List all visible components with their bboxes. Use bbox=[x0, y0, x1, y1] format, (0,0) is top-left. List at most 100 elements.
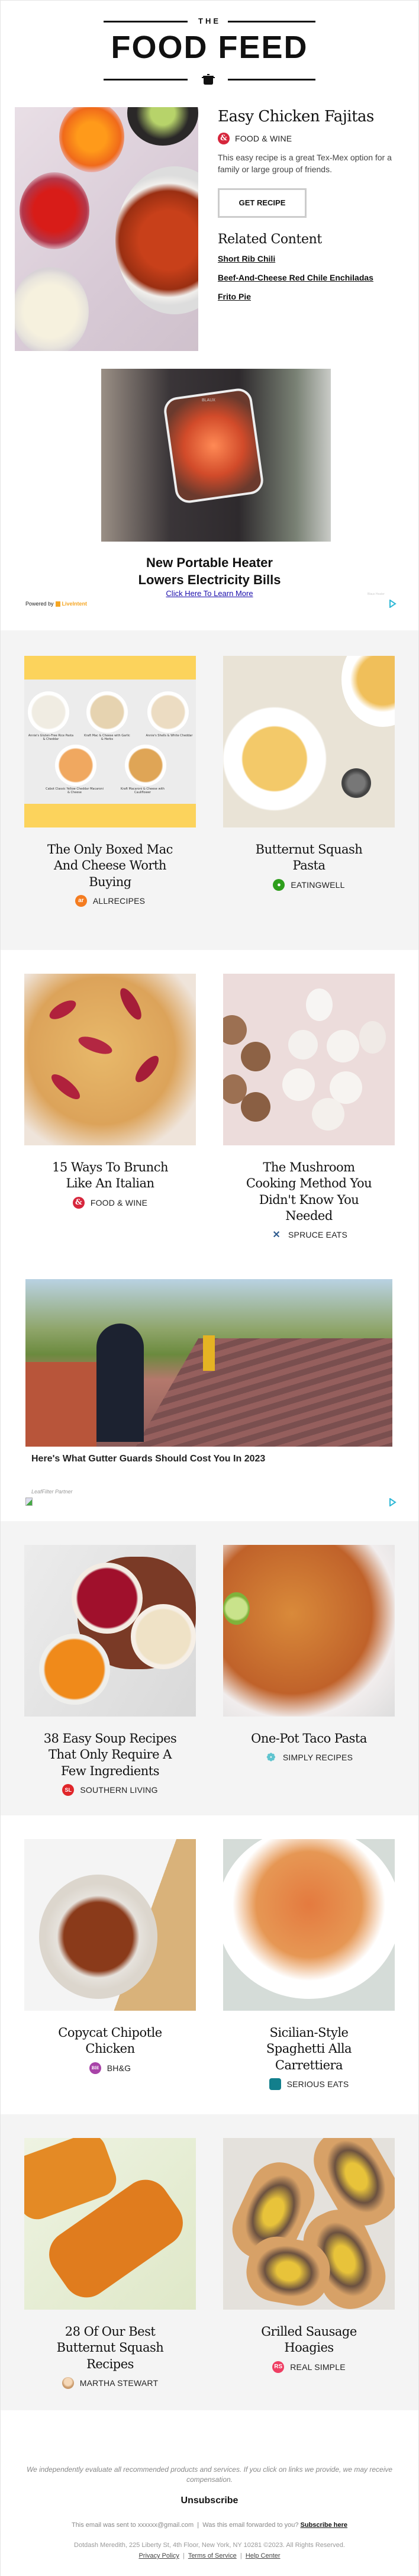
email-body: THE FOOD FEED Easy Chicken Fajitas & FOO… bbox=[0, 0, 419, 2576]
card-source: ✕ SPRUCE EATS bbox=[270, 1229, 347, 1241]
recipe-card[interactable]: 28 Of Our Best Butternut Squash Recipes … bbox=[24, 2138, 196, 2391]
spruce-eats-icon: ✕ bbox=[272, 1230, 281, 1241]
taco-pasta-image bbox=[223, 1545, 395, 1717]
headline-line: New Portable Heater bbox=[146, 555, 273, 570]
forwarded-text: Was this email forwarded to you? bbox=[202, 2522, 299, 2529]
help-center-link[interactable]: Help Center bbox=[246, 2552, 281, 2559]
recipe-description: This easy recipe is a great Tex-Mex opti… bbox=[218, 152, 392, 174]
adchoices-icon[interactable] bbox=[388, 1498, 397, 1506]
related-link-frito-pie[interactable]: Frito Pie bbox=[218, 292, 407, 301]
recipe-card[interactable]: Annie's Gluten-Free Rice Pasta & Cheddar… bbox=[24, 656, 196, 907]
card-title[interactable]: Grilled Sausage Hoagies bbox=[223, 2324, 395, 2356]
recipe-card[interactable]: 38 Easy Soup Recipes That Only Require A… bbox=[24, 1545, 196, 1796]
subscribe-here-link[interactable]: Subscribe here bbox=[301, 2522, 347, 2529]
featured-recipe: Easy Chicken Fajitas & FOOD & WINE This … bbox=[1, 95, 418, 356]
card-title[interactable]: The Mushroom Cooking Method You Didn't K… bbox=[223, 1160, 395, 1224]
heater-ad-headline[interactable]: New Portable Heater Lowers Electricity B… bbox=[1, 555, 418, 588]
related-link-enchiladas[interactable]: Beef-And-Cheese Red Chile Enchiladas bbox=[218, 273, 407, 282]
card-title[interactable]: 15 Ways To Brunch Like An Italian bbox=[24, 1160, 196, 1192]
source-label: ALLRECIPES bbox=[92, 896, 146, 906]
recipe-card[interactable]: Grilled Sausage Hoagies RS REAL SIMPLE bbox=[223, 2138, 395, 2373]
source-label: SPRUCE EATS bbox=[288, 1230, 347, 1240]
logo-food-feed[interactable]: FOOD FEED bbox=[1, 31, 418, 63]
sponsored-ad-heater: BLAUX New Portable Heater Lowers Electri… bbox=[1, 356, 418, 598]
card-source: & FOOD & WINE bbox=[72, 1196, 148, 1209]
heater-graphic bbox=[162, 387, 265, 505]
card-title[interactable]: 28 Of Our Best Butternut Squash Recipes bbox=[24, 2324, 196, 2372]
source-label: FOOD & WINE bbox=[90, 1197, 148, 1208]
recipe-card[interactable]: Sicilian-Style Spaghetti Alla Carrettier… bbox=[223, 1839, 395, 2092]
compensation-disclaimer: We independently evaluate all recommende… bbox=[26, 2465, 393, 2484]
recipe-card[interactable]: One-Pot Taco Pasta ❁ SIMPLY RECIPES bbox=[223, 1545, 395, 1763]
source-label: SIMPLY RECIPES bbox=[282, 1753, 353, 1763]
sent-to-text: This email was sent to xxxxxx@gmail.com bbox=[71, 2522, 194, 2529]
card-title[interactable]: Copycat Chipotle Chicken bbox=[24, 2025, 196, 2057]
card-source: SERIOUS EATS bbox=[269, 2078, 349, 2090]
learn-more-link[interactable]: Click Here To Learn More bbox=[1, 589, 418, 598]
unsubscribe-link[interactable]: Unsubscribe bbox=[1, 2496, 418, 2506]
spaghetti-image bbox=[223, 1839, 395, 2011]
header-rule bbox=[104, 79, 188, 80]
image-caption: Cabot Classic Yellow Cheddar Macaroni & … bbox=[46, 787, 104, 794]
heater-ad-image[interactable]: BLAUX bbox=[101, 369, 331, 542]
soup-image bbox=[24, 1545, 196, 1717]
card-source: ● EATINGWELL bbox=[273, 878, 345, 891]
related-link-short-rib-chili[interactable]: Short Rib Chili bbox=[218, 254, 407, 263]
card-source: ar ALLRECIPES bbox=[75, 894, 146, 907]
fajitas-image[interactable] bbox=[15, 107, 198, 351]
liveintent-brand[interactable]: LiveIntent bbox=[62, 601, 88, 607]
card-title[interactable]: The Only Boxed Mac And Cheese Worth Buyi… bbox=[24, 842, 196, 890]
sponsor-label: LeafFilter Partner bbox=[31, 1489, 73, 1495]
source-label: FOOD & WINE bbox=[235, 133, 292, 143]
image-caption: Annie's Gluten-Free Rice Pasta & Cheddar bbox=[28, 734, 74, 741]
real-simple-icon: RS bbox=[272, 2361, 285, 2373]
mac-cheese-image: Annie's Gluten-Free Rice Pasta & Cheddar… bbox=[24, 656, 196, 827]
gutter-ad-headline[interactable]: Here's What Gutter Guards Should Cost Yo… bbox=[31, 1454, 265, 1464]
source-label: BH&G bbox=[107, 2063, 131, 2073]
recipe-title[interactable]: Easy Chicken Fajitas bbox=[218, 107, 407, 127]
headline-line: Lowers Electricity Bills bbox=[138, 572, 281, 587]
butternut-squash-image bbox=[24, 2138, 196, 2310]
privacy-policy-link[interactable]: Privacy Policy bbox=[138, 2552, 179, 2559]
source-label: SERIOUS EATS bbox=[286, 2079, 349, 2089]
card-title[interactable]: Sicilian-Style Spaghetti Alla Carrettier… bbox=[223, 2025, 395, 2073]
recipe-card[interactable]: Butternut Squash Pasta ● EATINGWELL bbox=[223, 656, 395, 891]
recipe-row-1: Annie's Gluten-Free Rice Pasta & Cheddar… bbox=[1, 630, 418, 950]
email-footer: We independently evaluate all recommende… bbox=[1, 2410, 418, 2576]
card-title[interactable]: One-Pot Taco Pasta bbox=[223, 1731, 395, 1747]
butternut-pasta-image bbox=[223, 656, 395, 827]
card-source: ❁ SIMPLY RECIPES bbox=[265, 1751, 353, 1763]
terms-of-service-link[interactable]: Terms of Service bbox=[188, 2552, 237, 2559]
source-label: SOUTHERN LIVING bbox=[80, 1785, 158, 1795]
gutter-ad-image[interactable] bbox=[25, 1279, 392, 1447]
broken-image-icon bbox=[25, 1498, 33, 1506]
source-label: EATINGWELL bbox=[291, 880, 345, 890]
cooking-pot-icon bbox=[202, 74, 215, 85]
sausage-hoagies-image bbox=[223, 2138, 395, 2310]
card-source: BH BH&G bbox=[89, 2062, 131, 2074]
get-recipe-button[interactable]: GET RECIPE bbox=[218, 188, 307, 218]
footer-separator: | bbox=[183, 2552, 185, 2559]
recipe-row-2: 15 Ways To Brunch Like An Italian & FOOD… bbox=[1, 950, 418, 1270]
focaccia-image bbox=[24, 974, 196, 1145]
image-caption: Annie's Shells & White Cheddar bbox=[146, 734, 193, 738]
recipe-row-3: 38 Easy Soup Recipes That Only Require A… bbox=[1, 1521, 418, 1815]
company-address: Dotdash Meredith, 225 Liberty St, 4th Fl… bbox=[74, 2542, 345, 2549]
recipe-row-4: Copycat Chipotle Chicken BH BH&G Sicilia… bbox=[1, 1815, 418, 2114]
recipe-card[interactable]: 15 Ways To Brunch Like An Italian & FOOD… bbox=[24, 974, 196, 1209]
card-title[interactable]: Butternut Squash Pasta bbox=[223, 842, 395, 874]
food-wine-icon: & bbox=[72, 1196, 85, 1209]
footer-separator: | bbox=[197, 2522, 199, 2529]
image-caption: Kraft Mac & Cheese with Garlic & Herbs bbox=[84, 734, 130, 741]
serious-eats-icon bbox=[269, 2078, 281, 2090]
card-title[interactable]: 38 Easy Soup Recipes That Only Require A… bbox=[24, 1731, 196, 1779]
recipe-card[interactable]: Copycat Chipotle Chicken BH BH&G bbox=[24, 1839, 196, 2074]
image-caption: Kraft Macaroni & Cheese with Cauliflower bbox=[120, 787, 165, 794]
recipe-card[interactable]: The Mushroom Cooking Method You Didn't K… bbox=[223, 974, 395, 1241]
powered-by-label: Powered by bbox=[25, 601, 54, 607]
adchoices-icon[interactable] bbox=[388, 600, 397, 608]
recipe-row-5: 28 Of Our Best Butternut Squash Recipes … bbox=[1, 2114, 418, 2410]
source-label: REAL SIMPLE bbox=[290, 2362, 346, 2372]
bhg-icon: BH bbox=[89, 2062, 101, 2074]
simply-recipes-icon: ❁ bbox=[266, 1751, 276, 1763]
